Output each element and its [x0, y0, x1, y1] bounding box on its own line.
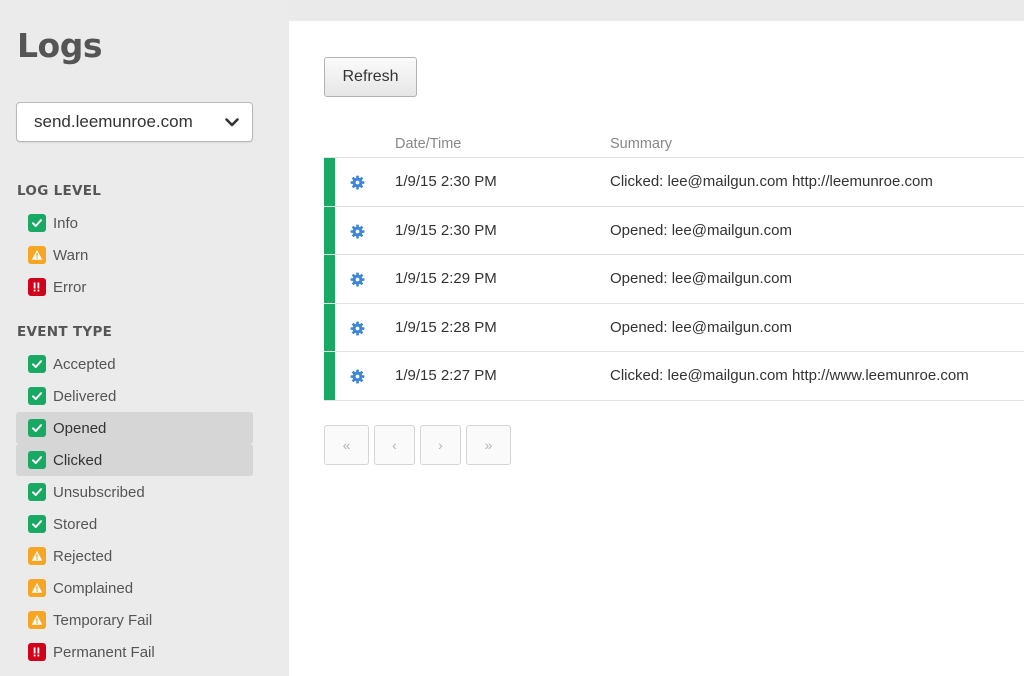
- filter-rejected[interactable]: Rejected: [16, 540, 253, 572]
- log-table: Date/Time Summary 1/9/15 2:30 PM Clicked:…: [324, 134, 1024, 401]
- filter-label: Info: [53, 214, 79, 232]
- filter-label: Accepted: [53, 355, 116, 373]
- row-summary: Clicked: lee@mailgun.com http://www.leem…: [610, 367, 969, 384]
- gear-icon[interactable]: [350, 369, 365, 384]
- filter-accepted[interactable]: Accepted: [16, 348, 253, 380]
- status-bar: [324, 158, 335, 206]
- row-summary: Opened: lee@mailgun.com: [610, 270, 792, 287]
- table-row[interactable]: 1/9/15 2:30 PM Clicked: lee@mailgun.com h…: [324, 158, 1024, 207]
- next-page-button[interactable]: ›: [420, 425, 461, 465]
- error-icon: [28, 643, 46, 661]
- filter-label: Complained: [53, 579, 134, 597]
- filter-info[interactable]: Info: [16, 207, 253, 239]
- table-body: 1/9/15 2:30 PM Clicked: lee@mailgun.com h…: [324, 158, 1024, 401]
- status-bar: [324, 352, 335, 400]
- check-icon: [28, 419, 46, 437]
- domain-select[interactable]: send.leemunroe.com: [16, 102, 253, 142]
- filter-label: Delivered: [53, 387, 117, 405]
- row-summary: Clicked: lee@mailgun.com http://leemunro…: [610, 173, 933, 190]
- row-date: 1/9/15 2:27 PM: [395, 367, 497, 384]
- filter-stored[interactable]: Stored: [16, 508, 253, 540]
- check-icon: [28, 387, 46, 405]
- main-panel: Refresh Date/Time Summary 1/9/15 2:30 PM…: [289, 21, 1024, 676]
- filter-label: Opened: [53, 419, 107, 437]
- column-header-summary: Summary: [610, 136, 673, 152]
- gear-icon[interactable]: [350, 175, 365, 190]
- status-bar: [324, 303, 335, 351]
- sidebar: Logs send.leemunroe.com LOG LEVEL Info Wa…: [0, 0, 288, 676]
- filter-unsubscribed[interactable]: Unsubscribed: [16, 476, 253, 508]
- table-row[interactable]: 1/9/15 2:27 PM Clicked: lee@mailgun.com h…: [324, 352, 1024, 401]
- filter-label: Clicked: [53, 451, 103, 469]
- event-type-list: Accepted Delivered Opened Clicked Unsubscrib…: [16, 348, 253, 668]
- last-page-button[interactable]: »: [466, 425, 511, 465]
- filter-clicked[interactable]: Clicked: [16, 444, 253, 476]
- event-type-heading: EVENT TYPE: [17, 324, 113, 340]
- filter-label: Error: [53, 278, 87, 296]
- pagination: « ‹ › »: [324, 425, 511, 465]
- status-bar: [324, 206, 335, 254]
- check-icon: [28, 214, 46, 232]
- filter-delivered[interactable]: Delivered: [16, 380, 253, 412]
- warning-icon: [28, 579, 46, 597]
- warning-icon: [28, 611, 46, 629]
- gear-icon[interactable]: [350, 272, 365, 287]
- filter-complained[interactable]: Complained: [16, 572, 253, 604]
- gear-icon[interactable]: [350, 321, 365, 336]
- row-date: 1/9/15 2:29 PM: [395, 270, 497, 287]
- page-title: Logs: [17, 26, 102, 65]
- prev-page-button[interactable]: ‹: [374, 425, 415, 465]
- log-level-list: Info Warn Error: [16, 207, 253, 303]
- row-summary: Opened: lee@mailgun.com: [610, 221, 792, 239]
- row-summary: Opened: lee@mailgun.com: [610, 318, 792, 336]
- table-row[interactable]: 1/9/15 2:29 PM Opened: lee@mailgun.com: [324, 255, 1024, 304]
- table-row[interactable]: 1/9/15 2:28 PM Opened: lee@mailgun.com: [324, 303, 1024, 352]
- column-header-date: Date/Time: [395, 136, 462, 152]
- warning-icon: [28, 547, 46, 565]
- row-date: 1/9/15 2:28 PM: [395, 318, 497, 336]
- log-level-heading: LOG LEVEL: [17, 183, 102, 199]
- table-row[interactable]: 1/9/15 2:30 PM Opened: lee@mailgun.com: [324, 206, 1024, 255]
- filter-error[interactable]: Error: [16, 271, 253, 303]
- filter-permanent-fail[interactable]: Permanent Fail: [16, 636, 253, 668]
- domain-select-value: send.leemunroe.com: [34, 112, 193, 131]
- chevron-down-icon: [225, 118, 239, 127]
- status-bar: [324, 255, 335, 303]
- filter-label: Permanent Fail: [53, 643, 155, 661]
- filter-label: Rejected: [53, 547, 113, 565]
- row-date: 1/9/15 2:30 PM: [395, 221, 497, 239]
- check-icon: [28, 483, 46, 501]
- error-icon: [28, 278, 46, 296]
- refresh-button[interactable]: Refresh: [324, 57, 417, 97]
- first-page-button[interactable]: «: [324, 425, 369, 465]
- check-icon: [28, 515, 46, 533]
- filter-warn[interactable]: Warn: [16, 239, 253, 271]
- filter-label: Warn: [53, 246, 89, 264]
- filter-temporary-fail[interactable]: Temporary Fail: [16, 604, 253, 636]
- gear-icon[interactable]: [350, 224, 365, 239]
- check-icon: [28, 451, 46, 469]
- table-header: Date/Time Summary: [324, 134, 1024, 158]
- filter-label: Temporary Fail: [53, 611, 153, 629]
- warning-icon: [28, 246, 46, 264]
- row-date: 1/9/15 2:30 PM: [395, 173, 497, 190]
- check-icon: [28, 355, 46, 373]
- filter-label: Stored: [53, 515, 98, 533]
- filter-label: Unsubscribed: [53, 483, 145, 501]
- filter-opened[interactable]: Opened: [16, 412, 253, 444]
